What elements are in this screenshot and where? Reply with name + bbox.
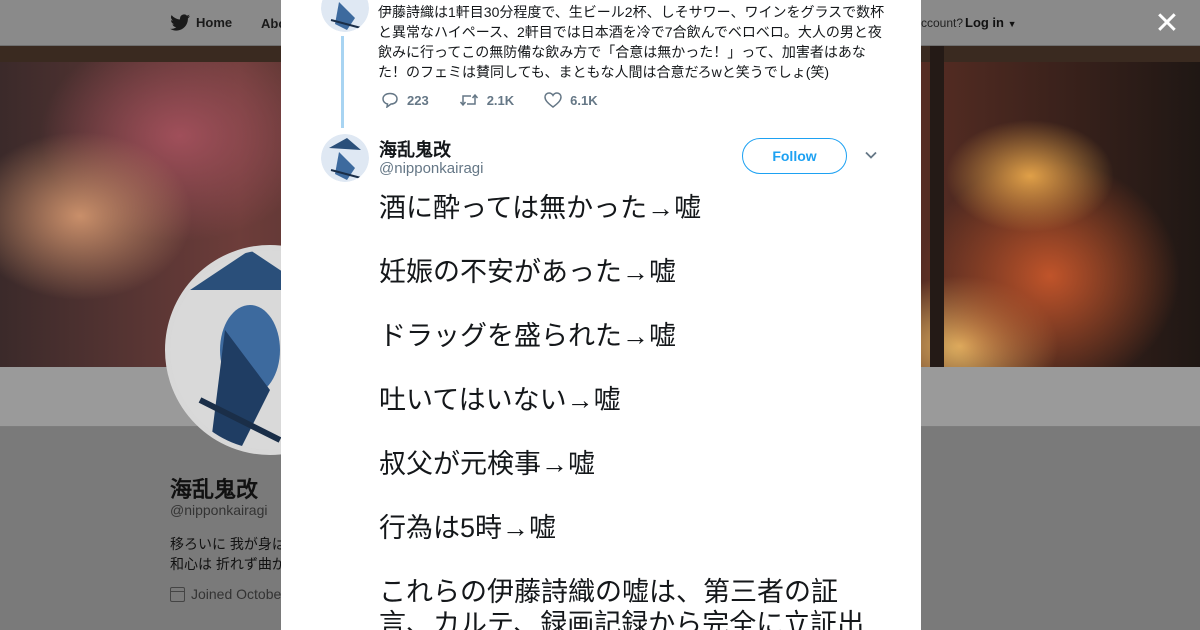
profile-bio-line-2: 和心は 折れず曲が [170, 556, 286, 572]
reply-icon [382, 92, 398, 108]
twitter-bird-icon [170, 14, 190, 31]
tweet-line: 妊娠の不安があった→嘘 [379, 257, 676, 287]
tweet-line: 吐いてはいない→嘘 [379, 385, 621, 415]
tweet-text: 酒に酔っては無かった→嘘 妊娠の不安があった→嘘 ドラッグを盛られた→嘘 吐いて… [379, 192, 879, 630]
tweet-line: 叔父が元検事→嘘 [379, 449, 595, 479]
previous-tweet-actions: 223 2.1K 6.1K [381, 92, 598, 108]
tweet-author-handle[interactable]: @nipponkairagi [379, 160, 483, 177]
login-label: Log in [965, 15, 1004, 30]
caret-down-icon: ▼ [1007, 19, 1017, 29]
tweet-author-avatar[interactable] [321, 134, 369, 182]
previous-tweet-avatar[interactable] [321, 0, 369, 32]
banner-post-right [930, 46, 944, 367]
profile-handle: @nipponkairagi [170, 502, 268, 518]
account-prompt: ccount? [921, 16, 964, 30]
heart-icon [544, 92, 562, 108]
nav-home-label: Home [196, 15, 233, 30]
retweet-count: 2.1K [486, 92, 515, 108]
joined-label: Joined Octobe [191, 586, 282, 602]
chevron-down-icon[interactable] [864, 148, 878, 162]
tweet-author-name[interactable]: 海乱鬼改 [379, 136, 451, 162]
retweet-button[interactable]: 2.1K [459, 92, 514, 108]
tweet-line: 酒に酔っては無かった→嘘 [379, 193, 702, 223]
tweet-line: 行為は5時→嘘 [379, 513, 557, 543]
thread-connector [341, 36, 344, 128]
like-button[interactable]: 6.1K [544, 92, 598, 108]
like-count: 6.1K [570, 92, 598, 108]
warrior-avatar-icon [321, 0, 369, 32]
profile-joined: Joined Octobe [170, 586, 281, 602]
warrior-avatar-icon [321, 134, 369, 182]
reply-count: 223 [407, 92, 429, 108]
reply-button[interactable]: 223 [381, 92, 429, 108]
follow-button[interactable]: Follow [742, 138, 847, 174]
login-dropdown[interactable]: Log in ▼ [965, 15, 1017, 30]
tweet-modal: 伊藤詩織は1軒目30分程度で、生ビール2杯、しそサワー、ワインをグラスで数杯と異… [281, 0, 921, 630]
close-icon[interactable]: ✕ [1153, 9, 1181, 39]
retweet-icon [459, 93, 478, 107]
tweet-line: これらの伊藤詩織の嘘は、第三者の証言、カルテ、録画記録から完全に立証出 [379, 577, 865, 630]
calendar-icon [170, 586, 185, 602]
tweet-line: ドラッグを盛られた→嘘 [379, 321, 676, 351]
profile-bio-line-1: 移ろいに 我が身は [170, 536, 286, 552]
nav-home-link[interactable]: Home [170, 14, 232, 31]
previous-tweet-text: 伊藤詩織は1軒目30分程度で、生ビール2杯、しそサワー、ワインをグラスで数杯と異… [378, 4, 885, 80]
profile-name: 海乱鬼改 [170, 477, 259, 502]
